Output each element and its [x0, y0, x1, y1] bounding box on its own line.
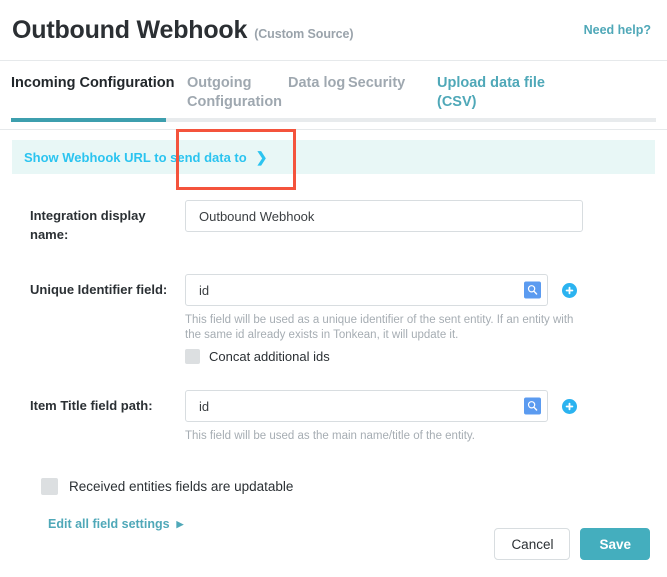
unique-identifier-control: This field will be used as a unique iden…	[185, 274, 655, 364]
item-title-control: This field will be used as the main name…	[185, 390, 655, 444]
unique-identifier-input-wrap	[185, 274, 548, 306]
display-name-control	[185, 200, 655, 232]
page-subtitle: (Custom Source)	[254, 26, 354, 41]
search-icon[interactable]	[524, 397, 541, 415]
display-name-label: Integration display name:	[30, 208, 146, 242]
tab-outgoing-configuration[interactable]: Outgoing Configuration	[177, 74, 288, 112]
show-webhook-url-link[interactable]: Show Webhook URL to send data to ❯	[24, 150, 267, 165]
item-title-label: Item Title field path:	[30, 398, 153, 413]
unique-identifier-helper-text: This field will be used as a unique iden…	[185, 314, 574, 341]
title-group: Outbound Webhook (Custom Source)	[12, 15, 354, 44]
display-name-input[interactable]	[185, 200, 583, 232]
edit-all-field-settings-label: Edit all field settings	[48, 517, 170, 531]
webhook-url-banner[interactable]: Show Webhook URL to send data to ❯	[12, 140, 655, 174]
add-unique-identifier-button[interactable]	[562, 282, 577, 298]
received-entities-updatable-checkbox[interactable]	[41, 478, 58, 495]
concat-additional-ids-checkbox[interactable]	[185, 349, 200, 364]
edit-all-field-settings-link[interactable]: Edit all field settings ▶	[48, 517, 183, 531]
page-content: Show Webhook URL to send data to ❯ Integ…	[0, 140, 667, 533]
page-title: Outbound Webhook	[12, 15, 248, 44]
triangle-right-icon: ▶	[176, 518, 184, 529]
page-header: Outbound Webhook (Custom Source) Need he…	[0, 0, 667, 60]
configuration-form: Integration display name: Unique Identif…	[12, 200, 655, 533]
form-footer: Cancel Save	[494, 528, 650, 560]
show-webhook-url-label: Show Webhook URL to send data to	[24, 149, 247, 165]
chevron-right-icon: ❯	[255, 149, 268, 165]
tab-security[interactable]: Security	[348, 74, 437, 93]
tab-list: Incoming Configuration Outgoing Configur…	[0, 61, 667, 112]
search-icon[interactable]	[524, 281, 541, 299]
tab-data-log[interactable]: Data log	[288, 74, 348, 93]
item-title-input[interactable]	[185, 390, 548, 422]
item-title-input-group	[185, 390, 655, 422]
field-row-unique-identifier: Unique Identifier field: id This field w…	[30, 274, 655, 364]
need-help-link[interactable]: Need help?	[584, 23, 651, 37]
tab-incoming-configuration[interactable]: Incoming Configuration	[11, 74, 177, 93]
item-title-input-wrap	[185, 390, 548, 422]
add-item-title-button[interactable]	[562, 398, 577, 414]
save-button[interactable]: Save	[580, 528, 650, 560]
cancel-button[interactable]: Cancel	[494, 528, 571, 560]
unique-identifier-input-group	[185, 274, 655, 306]
field-row-item-title: Item Title field path: id This field wil…	[30, 390, 655, 444]
item-title-helper-text: This field will be used as the main name…	[185, 430, 475, 442]
tab-upload-data-file[interactable]: Upload data file (CSV)	[437, 74, 557, 112]
field-row-display-name: Integration display name:	[30, 200, 655, 244]
received-entities-updatable-row[interactable]: Received entities fields are updatable	[41, 478, 655, 495]
tab-bar: Incoming Configuration Outgoing Configur…	[0, 61, 667, 190]
concat-additional-ids-label: Concat additional ids	[209, 349, 330, 364]
unique-identifier-input[interactable]	[185, 274, 548, 306]
received-entities-updatable-label: Received entities fields are updatable	[69, 479, 294, 494]
concat-additional-ids-row[interactable]: Concat additional ids	[185, 349, 655, 364]
active-tab-indicator	[11, 118, 166, 122]
tab-bottom-divider	[0, 129, 667, 130]
unique-identifier-label: Unique Identifier field:	[30, 282, 168, 297]
